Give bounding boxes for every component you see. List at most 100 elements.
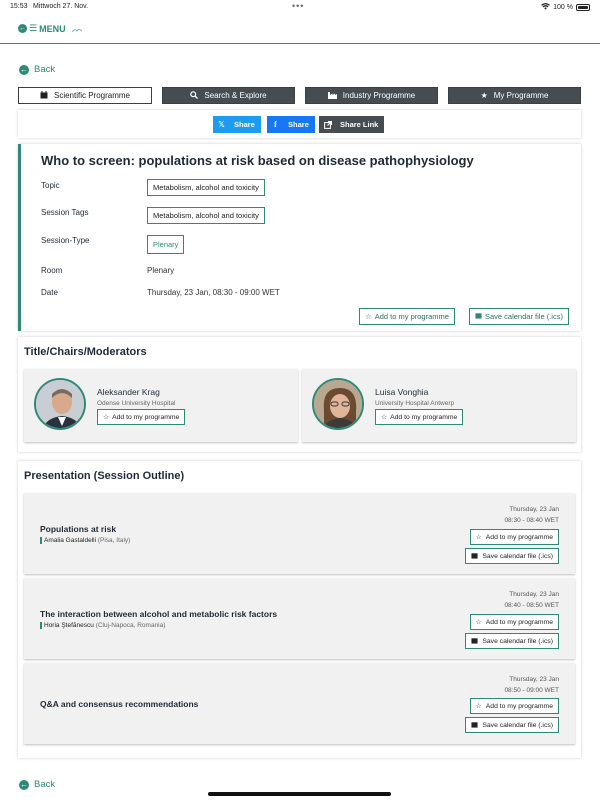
status-bar: 15:53 Mittwoch 27. Nov. ••• 100 % bbox=[0, 0, 600, 14]
share-facebook-button[interactable]: f Share bbox=[267, 116, 315, 133]
author-location: (Pisa, Italy) bbox=[97, 537, 131, 544]
menu-label: MENU bbox=[39, 23, 66, 34]
author-name: Horia Ştefănescu bbox=[44, 622, 94, 629]
save-calendar-button[interactable]: Save calendar file (.ics) bbox=[465, 633, 559, 649]
ics-label: Save calendar file (.ics) bbox=[482, 552, 553, 560]
presentation-time: 08:40 - 08:50 WET bbox=[504, 602, 559, 609]
facebook-icon: f bbox=[274, 120, 277, 129]
back-label: Back bbox=[34, 64, 56, 75]
wifi-icon bbox=[541, 3, 551, 12]
industry-icon bbox=[327, 91, 337, 101]
add-label: Add to my programme bbox=[485, 533, 553, 541]
person-affiliation: University Hospital Antwerp bbox=[375, 400, 455, 407]
calendar-icon bbox=[471, 637, 478, 646]
author-location: (Cluj-Napoca, Romania) bbox=[95, 622, 166, 629]
external-link-icon bbox=[319, 116, 336, 133]
share-facebook-label: Share bbox=[288, 120, 309, 129]
menu-button[interactable]: ← ☰ MENU bbox=[18, 23, 66, 34]
status-date: Mittwoch 27. Nov. bbox=[33, 3, 89, 10]
multitask-dots[interactable]: ••• bbox=[292, 1, 304, 11]
presentation-author: Horia Ştefănescu (Cluj-Napoca, Romania) bbox=[40, 622, 165, 629]
add-presentation-button[interactable]: ☆ Add to my programme bbox=[469, 698, 559, 714]
avatar bbox=[34, 378, 86, 430]
person-name: Luisa Vonghia bbox=[375, 387, 429, 397]
room-value: Plenary bbox=[147, 266, 175, 275]
add-to-programme-button[interactable]: ☆ Add to my programme bbox=[359, 308, 455, 325]
presentation-item[interactable]: Populations at risk Amalia Gastaldelli (… bbox=[24, 493, 575, 574]
star-outline-icon: ☆ bbox=[103, 414, 110, 421]
star-outline-icon: ☆ bbox=[381, 414, 388, 421]
back-link-bottom[interactable]: ← Back bbox=[19, 779, 55, 790]
star-outline-icon: ☆ bbox=[475, 534, 482, 541]
x-logo-icon: 𝕏 bbox=[218, 120, 225, 129]
ics-label: Save calendar file (.ics) bbox=[482, 721, 553, 729]
add-label: Add to my programme bbox=[374, 312, 449, 321]
calendar-icon bbox=[40, 90, 48, 101]
add-presentation-button[interactable]: ☆ Add to my programme bbox=[469, 614, 559, 630]
star-outline-icon: ☆ bbox=[475, 703, 482, 710]
avatar bbox=[312, 378, 364, 430]
share-x-button[interactable]: 𝕏 Share bbox=[213, 116, 261, 133]
presentation-time: 08:50 - 09:00 WET bbox=[504, 687, 559, 694]
add-label: Add to my programme bbox=[485, 618, 553, 626]
save-calendar-button[interactable]: Save calendar file (.ics) bbox=[465, 717, 559, 733]
save-calendar-button[interactable]: Save calendar file (.ics) bbox=[465, 548, 559, 564]
session-type-tag[interactable]: Plenary bbox=[147, 235, 185, 254]
status-time: 15:53 bbox=[10, 3, 28, 10]
person-name: Aleksander Krag bbox=[97, 387, 160, 397]
arrow-left-icon: ← bbox=[18, 24, 27, 33]
presentation-date: Thursday, 23 Jan bbox=[509, 676, 559, 683]
outline-section: Presentation (Session Outline) Populatio… bbox=[18, 461, 581, 758]
nav-search-explore[interactable]: Search & Explore bbox=[162, 87, 295, 104]
session-card: Who to screen: populations at risk based… bbox=[18, 144, 581, 331]
share-link-button[interactable]: Share Link bbox=[319, 116, 385, 133]
nav-scientific-programme[interactable]: Scientific Programme bbox=[18, 87, 152, 104]
chairs-section: Title/Chairs/Moderators Aleksander Krag … bbox=[18, 337, 581, 452]
session-type-label: Session-Type bbox=[41, 236, 90, 245]
menu-lines-icon: ☰ bbox=[29, 23, 38, 33]
calendar-icon bbox=[471, 721, 478, 730]
presentation-item[interactable]: The interaction between alcohol and meta… bbox=[24, 578, 575, 659]
back-link-top[interactable]: ← Back bbox=[19, 64, 55, 75]
ics-label: Save calendar file (.ics) bbox=[485, 312, 563, 321]
presentation-time: 08:30 - 08:40 WET bbox=[504, 517, 559, 524]
presentation-title: The interaction between alcohol and meta… bbox=[40, 609, 278, 619]
presentation-item[interactable]: Q&A and consensus recommendations Thursd… bbox=[24, 663, 575, 744]
session-tags-label: Session Tags bbox=[41, 208, 89, 217]
add-person-button[interactable]: ☆ Add to my programme bbox=[375, 409, 464, 425]
nav-label: Industry Programme bbox=[342, 91, 416, 100]
calendar-icon bbox=[471, 552, 478, 561]
add-label: Add to my programme bbox=[390, 413, 458, 421]
room-label: Room bbox=[41, 266, 63, 275]
presentation-date: Thursday, 23 Jan bbox=[509, 591, 559, 598]
share-x-label: Share bbox=[234, 120, 255, 129]
presentation-title: Populations at risk bbox=[40, 524, 117, 534]
star-icon: ★ bbox=[480, 91, 488, 100]
date-value: Thursday, 23 Jan, 08:30 - 09:00 WET bbox=[147, 288, 280, 297]
topic-tag[interactable]: Metabolism, alcohol and toxicity bbox=[147, 179, 265, 196]
nav-label: Scientific Programme bbox=[53, 91, 131, 100]
nav-my-programme[interactable]: ★ My Programme bbox=[448, 87, 581, 104]
session-tag[interactable]: Metabolism, alcohol and toxicity bbox=[147, 207, 265, 224]
session-title: Who to screen: populations at risk based… bbox=[41, 153, 474, 168]
person-card[interactable]: Aleksander Krag Odense University Hospit… bbox=[24, 369, 298, 442]
add-presentation-button[interactable]: ☆ Add to my programme bbox=[469, 529, 559, 545]
add-label: Add to my programme bbox=[485, 702, 553, 710]
presentation-title: Q&A and consensus recommendations bbox=[40, 699, 199, 709]
home-indicator[interactable] bbox=[208, 792, 391, 796]
outline-heading: Presentation (Session Outline) bbox=[24, 470, 185, 482]
topic-label: Topic bbox=[41, 181, 60, 190]
battery-percent: 100 % bbox=[553, 4, 573, 11]
presentation-date: Thursday, 23 Jan bbox=[509, 506, 559, 513]
share-bar: 𝕏 Share f Share Share Link bbox=[18, 110, 581, 138]
person-affiliation: Odense University Hospital bbox=[97, 400, 176, 407]
arrow-left-icon: ← bbox=[19, 64, 29, 75]
add-person-button[interactable]: ☆ Add to my programme bbox=[97, 409, 186, 425]
nav-label: My Programme bbox=[493, 91, 549, 100]
nav-industry-programme[interactable]: Industry Programme bbox=[305, 87, 438, 104]
date-label: Date bbox=[41, 288, 58, 297]
person-card[interactable]: Luisa Vonghia University Hospital Antwer… bbox=[302, 369, 576, 442]
search-icon bbox=[190, 90, 199, 101]
chairs-heading: Title/Chairs/Moderators bbox=[24, 346, 147, 358]
save-calendar-button[interactable]: Save calendar file (.ics) bbox=[469, 308, 569, 325]
